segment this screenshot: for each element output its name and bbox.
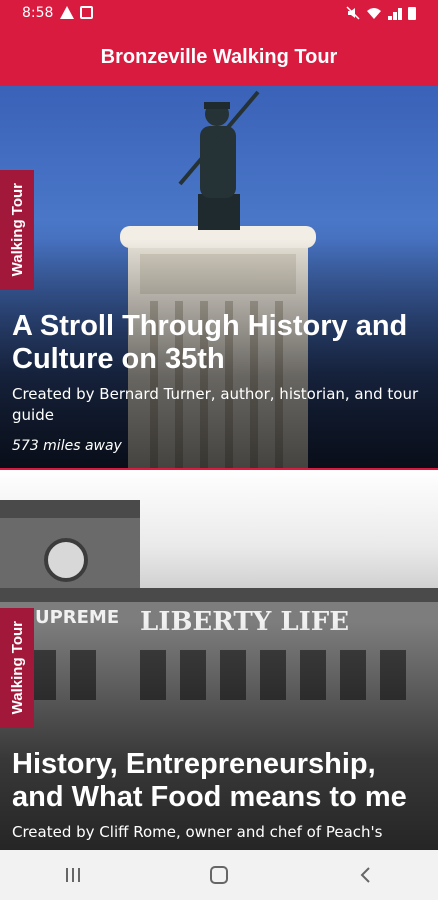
alert-icon xyxy=(60,6,74,19)
walking-tour-tag: Walking Tour xyxy=(0,608,34,728)
app-title: Bronzeville Walking Tour xyxy=(100,45,338,68)
tour-card-2[interactable]: SUPREME LIBERTY LIFE Walking Tour Histor… xyxy=(0,470,438,850)
home-icon[interactable] xyxy=(189,855,249,895)
status-time: 8:58 xyxy=(22,5,54,21)
walking-tour-tag: Walking Tour xyxy=(0,170,34,290)
tour-card-1[interactable]: Walking Tour A Stroll Through History an… xyxy=(0,86,438,468)
back-icon[interactable] xyxy=(335,855,395,895)
tour-subtitle: Created by Cliff Rome, owner and chef of… xyxy=(12,823,383,841)
tour-title: A Stroll Through History and Culture on … xyxy=(12,310,408,375)
tour-title: History, Entrepreneurship, and What Food… xyxy=(12,748,407,813)
tour-subtitle: Created by Bernard Turner, author, histo… xyxy=(12,385,419,424)
app-bar: Bronzeville Walking Tour xyxy=(0,28,438,86)
signal-icon xyxy=(388,8,402,20)
tour-distance: 573 miles away xyxy=(12,438,122,454)
battery-icon xyxy=(408,7,416,20)
mute-icon xyxy=(346,6,360,20)
notification-box-icon xyxy=(80,6,93,19)
status-bar: 8:58 xyxy=(0,0,438,28)
system-nav-bar xyxy=(0,850,438,900)
recent-apps-icon[interactable] xyxy=(43,855,103,895)
wifi-icon xyxy=(367,8,381,19)
